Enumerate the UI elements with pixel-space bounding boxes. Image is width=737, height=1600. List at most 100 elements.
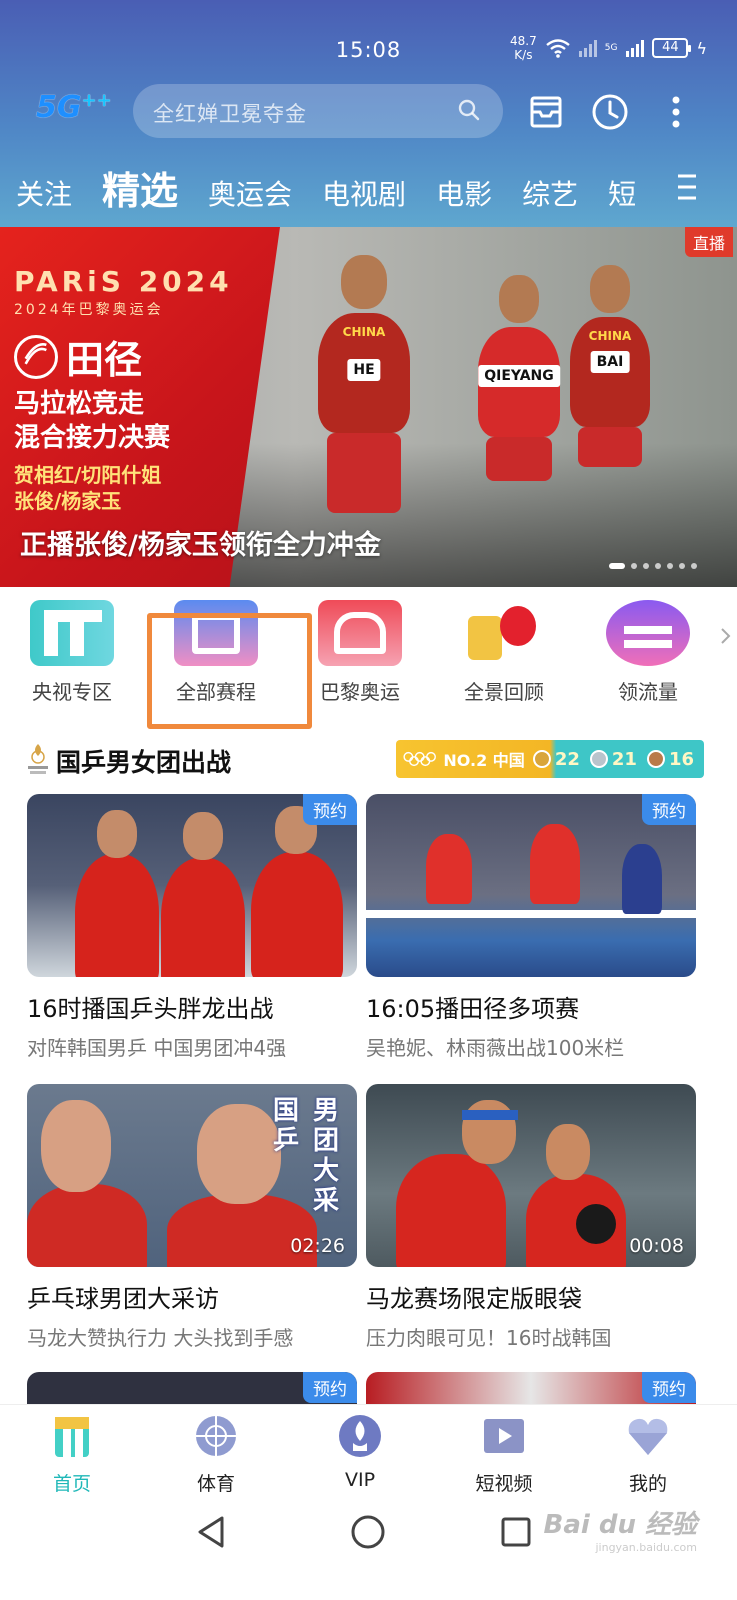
paris-olympics-icon bbox=[318, 600, 402, 666]
reservation-badge[interactable]: 预约 bbox=[303, 1372, 357, 1403]
gold-medal-icon bbox=[532, 750, 551, 768]
home-button-icon[interactable] bbox=[348, 1512, 388, 1552]
bottom-nav: 首页 体育 VIP 短视频 我的 bbox=[0, 1404, 737, 1496]
video-card[interactable]: 预约 16时播国乒头胖龙出战 对阵韩国男乒 中国男团冲4强 bbox=[27, 794, 357, 1061]
event-line-2: 混合接力决赛 bbox=[14, 423, 171, 453]
tab-olympics[interactable]: 奥运会 bbox=[208, 173, 292, 213]
chevron-right-icon[interactable] bbox=[719, 626, 733, 646]
tab-follow[interactable]: 关注 bbox=[16, 173, 72, 213]
video-thumbnail: 00:08 bbox=[366, 1084, 696, 1267]
video-card[interactable]: 预约 bbox=[366, 1372, 696, 1404]
bib-bai: BAI bbox=[590, 351, 630, 373]
event-line-1: 马拉松竞走 bbox=[14, 389, 145, 419]
panorama-review-icon bbox=[462, 600, 546, 666]
history-clock-icon[interactable] bbox=[590, 92, 630, 132]
highlight-box bbox=[147, 613, 312, 729]
medal-rank: NO.2 中国 bbox=[443, 751, 525, 770]
sport-name: 田径 bbox=[14, 329, 142, 384]
paris-2024-title: PARiS 2024 bbox=[14, 265, 233, 298]
nav-sports[interactable]: 体育 bbox=[166, 1413, 266, 1496]
signal-bars-2-icon bbox=[626, 39, 645, 57]
gold-count: 22 bbox=[532, 749, 580, 770]
vip-icon bbox=[339, 1415, 381, 1457]
reservation-badge[interactable]: 预约 bbox=[642, 794, 696, 825]
recents-icon[interactable] bbox=[496, 1512, 536, 1552]
reservation-badge[interactable]: 预约 bbox=[303, 794, 357, 825]
tab-tv-series[interactable]: 电视剧 bbox=[322, 173, 406, 213]
inbox-icon[interactable] bbox=[526, 92, 566, 132]
battery-icon: 44 bbox=[652, 38, 692, 58]
tab-short[interactable]: 短 bbox=[608, 173, 636, 213]
video-card[interactable]: 预约 bbox=[27, 1372, 357, 1404]
card-title: 马龙赛场限定版眼袋 bbox=[366, 1285, 582, 1313]
quick-entry-row: 央视专区 全部赛程 巴黎奥运 全景回顾 领流量 bbox=[0, 600, 737, 710]
quick-entry-panorama[interactable]: 全景回顾 bbox=[444, 600, 564, 705]
card-title: 16:05播田径多项赛 bbox=[366, 995, 580, 1023]
tab-menu-icon[interactable] bbox=[672, 172, 698, 202]
status-icons: 48.7 K/s 5G 44 ϟ bbox=[510, 34, 707, 62]
cctv-zone-icon bbox=[30, 600, 114, 666]
section-header: 国乒男女团出战 NO.2 中国 22 21 16 bbox=[0, 740, 737, 780]
app-header: 15:08 48.7 K/s 5G 44 ϟ 5G++ 全红婵卫冕夺金 关注 精… bbox=[0, 0, 737, 230]
silver-count: 21 bbox=[589, 749, 637, 770]
video-thumbnail: 预约 bbox=[366, 794, 696, 977]
paris-2024-logo-icon bbox=[28, 744, 48, 774]
carousel-dots bbox=[609, 563, 697, 569]
signal-bars-1-icon bbox=[578, 39, 597, 57]
video-thumbnail: 国乒 男团大采 02:26 bbox=[27, 1084, 357, 1267]
back-icon[interactable] bbox=[192, 1512, 232, 1552]
video-thumbnail: 预约 bbox=[27, 1372, 357, 1404]
wifi-icon bbox=[545, 39, 570, 58]
athletics-icon bbox=[14, 334, 58, 379]
live-badge: 直播 bbox=[684, 227, 733, 257]
more-menu-icon[interactable] bbox=[656, 92, 696, 132]
status-bar: 15:08 48.7 K/s 5G 44 ϟ bbox=[0, 30, 737, 70]
search-input[interactable]: 全红婵卫冕夺金 bbox=[133, 84, 503, 138]
video-card[interactable]: 预约 16:05播田径多项赛 吴艳妮、林雨薇出战100米栏 bbox=[366, 794, 696, 1061]
bronze-count: 16 bbox=[646, 749, 694, 770]
card-subtitle: 压力肉眼可见！16时战韩国 bbox=[366, 1326, 612, 1350]
search-icon[interactable] bbox=[457, 98, 481, 122]
runner-bai: CHINA BAI bbox=[570, 265, 650, 467]
medal-table-bar[interactable]: NO.2 中国 22 21 16 bbox=[396, 740, 704, 778]
app-logo[interactable]: 5G++ bbox=[36, 90, 112, 125]
signal-5g-tag: 5G bbox=[604, 43, 618, 53]
olympic-rings-icon bbox=[403, 751, 436, 767]
hero-banner[interactable]: CHINA HE QIEYANG CHINA BAI PARiS 2024 20… bbox=[0, 227, 737, 587]
section-title: 国乒男女团出战 bbox=[56, 748, 232, 777]
short-video-icon bbox=[484, 1419, 524, 1453]
nav-vip[interactable]: VIP bbox=[310, 1413, 410, 1491]
quick-entry-cctv[interactable]: 央视专区 bbox=[12, 600, 132, 705]
quick-entry-data[interactable]: 领流量 bbox=[588, 600, 708, 705]
card-subtitle: 马龙大赞执行力 大头找到手感 bbox=[27, 1326, 294, 1350]
system-nav-bar: Bai du 经验 jingyan.baidu.com bbox=[0, 1494, 737, 1600]
card-title: 乒乓球男团大采访 bbox=[27, 1285, 219, 1313]
watermark: Bai du 经验 jingyan.baidu.com bbox=[543, 1510, 698, 1554]
home-icon bbox=[55, 1417, 89, 1457]
paris-2024-subtitle: 2024年巴黎奥运会 bbox=[14, 302, 164, 318]
video-card[interactable]: 00:08 马龙赛场限定版眼袋 压力肉眼可见！16时战韩国 bbox=[366, 1084, 696, 1351]
nav-short-video[interactable]: 短视频 bbox=[454, 1413, 554, 1496]
charging-icon: ϟ bbox=[696, 38, 707, 58]
video-card[interactable]: 国乒 男团大采 02:26 乒乓球男团大采访 马龙大赞执行力 大头找到手感 bbox=[27, 1084, 357, 1351]
tab-movies[interactable]: 电影 bbox=[436, 173, 492, 213]
nav-home[interactable]: 首页 bbox=[22, 1413, 122, 1496]
card-subtitle: 吴艳妮、林雨薇出战100米栏 bbox=[366, 1036, 625, 1060]
banner-caption: 正播张俊/杨家玉领衔全力冲金 bbox=[20, 530, 381, 561]
data-bonus-icon bbox=[606, 600, 690, 666]
tab-featured[interactable]: 精选 bbox=[102, 160, 178, 215]
reservation-badge[interactable]: 预约 bbox=[642, 1372, 696, 1403]
tab-variety[interactable]: 综艺 bbox=[522, 173, 578, 213]
nav-profile[interactable]: 我的 bbox=[598, 1413, 698, 1496]
overlay-caption-1: 国乒 bbox=[273, 1096, 300, 1156]
card-subtitle: 对阵韩国男乒 中国男团冲4强 bbox=[27, 1036, 287, 1060]
bib-qieyang: QIEYANG bbox=[478, 365, 560, 387]
silver-medal-icon bbox=[589, 750, 608, 768]
video-duration: 00:08 bbox=[629, 1235, 684, 1257]
video-thumbnail: 预约 bbox=[366, 1372, 696, 1404]
header-top-row: 5G++ 全红婵卫冕夺金 bbox=[0, 82, 737, 138]
bronze-medal-icon bbox=[646, 750, 665, 768]
athletes-line-2: 张俊/杨家玉 bbox=[14, 489, 122, 513]
quick-entry-paris[interactable]: 巴黎奥运 bbox=[300, 600, 420, 705]
sports-icon bbox=[196, 1416, 236, 1456]
